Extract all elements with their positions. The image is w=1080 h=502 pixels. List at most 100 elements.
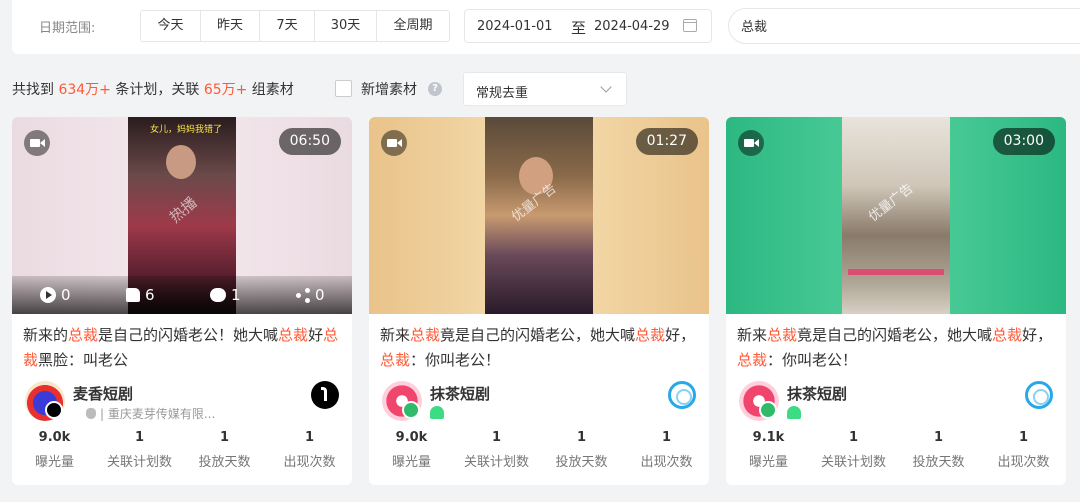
plan-count-value: 1: [848, 430, 859, 445]
video-camera-icon: [381, 130, 407, 156]
share-count: 0: [315, 286, 325, 304]
plan-count-label: 关联计划数: [106, 455, 172, 470]
dedupe-value: 常规去重: [476, 86, 529, 101]
title-keyword: 总裁: [737, 351, 768, 369]
watermark: 热播: [166, 193, 201, 227]
range-30days-button[interactable]: 30天: [315, 11, 377, 41]
days-metric: 1 投放天数: [896, 430, 981, 470]
circle-app-icon: [1025, 381, 1053, 409]
title-text: 竟是自己的闪婚老公，她大喊: [797, 326, 993, 344]
range-all-button[interactable]: 全周期: [377, 11, 449, 41]
title-text: 好: [308, 326, 324, 344]
author-name[interactable]: 抹茶短剧: [787, 383, 847, 404]
video-thumbnail[interactable]: 优量广告 01:27: [369, 117, 709, 314]
caption-bar: [848, 269, 944, 275]
comment-icon: [210, 288, 226, 302]
days-label: 投放天数: [555, 455, 608, 470]
play-icon: [40, 287, 56, 303]
date-range-picker[interactable]: 2024-01-01 至 2024-04-29: [464, 9, 712, 43]
title-keyword: 总裁: [278, 326, 309, 344]
chevron-down-icon: [600, 81, 612, 93]
calendar-icon[interactable]: [683, 19, 697, 32]
days-metric: 1 投放天数: [539, 430, 624, 470]
plan-count-metric: 1 关联计划数: [811, 430, 896, 470]
occurrences-label: 出现次数: [997, 455, 1050, 470]
comment-count: 1: [231, 286, 241, 304]
video-thumbnail[interactable]: 女儿，妈妈我错了 热播 06:50 0 6 1 0: [12, 117, 352, 314]
share-icon: [296, 288, 310, 303]
author-name[interactable]: 麦香短剧: [73, 383, 133, 404]
company-name: | 重庆麦芽传媒有限...: [100, 407, 216, 421]
title-text: 好，: [1022, 326, 1053, 344]
tiktok-glyph: [321, 387, 327, 401]
video-camera-icon: [738, 130, 764, 156]
video-duration: 01:27: [635, 128, 698, 155]
title-text: 新来: [737, 326, 768, 344]
occurrences-value: 1: [1018, 430, 1029, 445]
title-text: 黑脸：叫老公: [38, 351, 129, 369]
result-summary: 共找到 634万+ 条计划，关联 65万+ 组素材: [12, 79, 294, 99]
range-7days-button[interactable]: 7天: [260, 11, 315, 41]
circle-app-icon: [668, 381, 696, 409]
title-text: 新来的: [23, 326, 69, 344]
title-keyword: 总裁: [992, 326, 1023, 344]
video-thumbnail[interactable]: 优量广告 03:00: [726, 117, 1066, 314]
date-separator: 至: [571, 19, 587, 37]
card-title[interactable]: 新来的总裁是自己的闪婚老公！她大喊总裁好总裁黑脸：叫老公: [23, 323, 343, 373]
help-icon[interactable]: ?: [428, 82, 442, 96]
exposure-metric: 9.0k 曝光量: [369, 430, 454, 470]
title-text: 好，: [665, 326, 696, 344]
title-text: ：你叫老公！: [767, 351, 858, 369]
occurrences-metric: 1 出现次数: [981, 430, 1066, 470]
range-yesterday-button[interactable]: 昨天: [201, 11, 260, 41]
title-text: 是自己的闪婚老公！她大喊: [98, 326, 279, 344]
video-duration: 03:00: [992, 128, 1055, 155]
date-range-presets: 今天 昨天 7天 30天 全周期: [140, 10, 450, 42]
video-frame: 优量广告: [485, 117, 593, 314]
video-stats: 0 6 1 0: [12, 276, 352, 314]
apple-icon: [86, 408, 96, 419]
title-text: ：你叫老公！: [410, 351, 501, 369]
days-metric: 1 投放天数: [182, 430, 267, 470]
card-title[interactable]: 新来总裁竟是自己的闪婚老公，她大喊总裁好，总裁：你叫老公！: [737, 323, 1057, 373]
summary-suffix: 组素材: [247, 82, 294, 98]
material-card[interactable]: 女儿，妈妈我错了 热播 06:50 0 6 1 0 新来的总裁是自己的闪婚老公！…: [12, 117, 352, 485]
material-card[interactable]: 优量广告 01:27 新来总裁竟是自己的闪婚老公，她大喊总裁好，总裁：你叫老公！…: [369, 117, 709, 485]
title-keyword: 总裁: [380, 351, 411, 369]
video-camera-icon: [24, 130, 50, 156]
frame-caption: 女儿，妈妈我错了: [150, 125, 223, 135]
title-text: 竟是自己的闪婚老公，她大喊: [440, 326, 636, 344]
watermark: 优量广告: [866, 181, 917, 225]
material-count: 65万+: [203, 82, 248, 98]
face-shape: [166, 145, 196, 179]
end-date[interactable]: 2024-04-29: [594, 19, 670, 34]
days-value: 1: [219, 430, 230, 445]
exposure-value: 9.1k: [752, 430, 785, 445]
author-name[interactable]: 抹茶短剧: [430, 383, 490, 404]
search-box[interactable]: [728, 8, 1080, 44]
occurrences-metric: 1 出现次数: [267, 430, 352, 470]
plan-count-label: 关联计划数: [820, 455, 886, 470]
plan-count-value: 1: [134, 430, 145, 445]
plan-count-value: 1: [491, 430, 502, 445]
like-icon: [126, 288, 140, 302]
dedupe-select[interactable]: 常规去重: [463, 72, 627, 106]
company-line: | 重庆麦芽传媒有限...: [73, 405, 215, 422]
days-value: 1: [576, 430, 587, 445]
card-title[interactable]: 新来总裁竟是自己的闪婚老公，她大喊总裁好，总裁：你叫老公！: [380, 323, 700, 373]
new-material-checkbox[interactable]: [335, 80, 352, 97]
summary-prefix: 共找到: [12, 82, 59, 98]
days-label: 投放天数: [912, 455, 965, 470]
start-date[interactable]: 2024-01-01: [477, 19, 553, 34]
tiktok-icon: [311, 381, 339, 409]
range-today-button[interactable]: 今天: [141, 11, 201, 41]
title-keyword: 总裁: [68, 326, 99, 344]
date-range-label: 日期范围:: [39, 21, 96, 36]
title-keyword: 总裁: [767, 326, 798, 344]
occurrences-label: 出现次数: [283, 455, 336, 470]
occurrences-value: 1: [304, 430, 315, 445]
search-input[interactable]: [741, 18, 941, 33]
filter-bar: 日期范围: 今天 昨天 7天 30天 全周期 2024-01-01 至 2024…: [12, 0, 1080, 54]
title-text: 新来: [380, 326, 411, 344]
material-card[interactable]: 优量广告 03:00 新来总裁竟是自己的闪婚老公，她大喊总裁好，总裁：你叫老公！…: [726, 117, 1066, 485]
